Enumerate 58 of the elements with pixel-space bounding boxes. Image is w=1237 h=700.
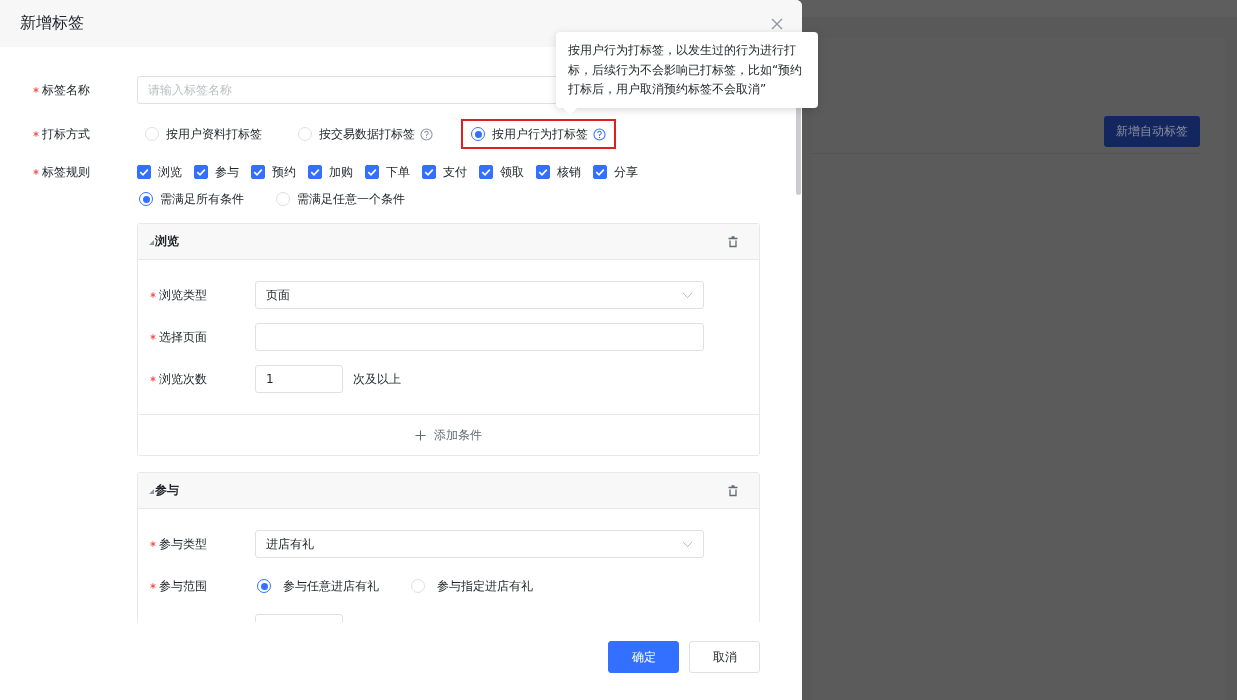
trash-icon[interactable]: [727, 235, 739, 248]
checkbox[interactable]: [365, 165, 379, 179]
close-icon[interactable]: [771, 17, 783, 30]
input-field[interactable]: [255, 323, 704, 351]
field-label: 标签名称: [42, 81, 90, 99]
plus-icon: [415, 429, 426, 441]
dialog-title: 新增标签: [20, 13, 85, 34]
option-label: 分享: [614, 163, 638, 181]
option-label: 领取: [500, 163, 524, 181]
card-title: 参与: [155, 482, 180, 499]
cancel-button[interactable]: 取消: [689, 641, 760, 673]
checkbox[interactable]: [422, 165, 436, 179]
collapse-icon[interactable]: [149, 489, 154, 494]
trash-icon[interactable]: [727, 484, 739, 497]
radio-button[interactable]: [139, 192, 153, 206]
option-label: 需满足所有条件: [160, 190, 244, 208]
option-label: 按用户资料打标签: [166, 125, 262, 143]
option-label: 按交易数据打标签: [319, 125, 415, 143]
option-label: 支付: [443, 163, 467, 181]
checkbox[interactable]: [536, 165, 550, 179]
option-label: 浏览: [158, 163, 182, 181]
field-label: 参与范围: [159, 577, 207, 595]
checkbox[interactable]: [479, 165, 493, 179]
checkbox[interactable]: [593, 165, 607, 179]
checkbox[interactable]: [137, 165, 151, 179]
help-icon[interactable]: [593, 127, 606, 141]
option-label: 需满足任意一个条件: [297, 190, 405, 208]
confirm-button[interactable]: 确定: [608, 641, 679, 673]
field-label: 参与类型: [159, 535, 207, 553]
add-auto-tag-button[interactable]: 新增自动标签: [1104, 116, 1200, 147]
help-icon[interactable]: [420, 127, 433, 141]
option-label: 下单: [386, 163, 410, 181]
field-label: 浏览类型: [159, 286, 207, 304]
select-field[interactable]: 进店有礼: [255, 530, 704, 558]
option-label: 参与: [215, 163, 239, 181]
number-field[interactable]: 1: [255, 365, 343, 393]
checkbox[interactable]: [251, 165, 265, 179]
checkbox[interactable]: [194, 165, 208, 179]
radio-button[interactable]: [257, 579, 271, 593]
suffix-text: 次及以上: [353, 370, 401, 388]
option-label: 预约: [272, 163, 296, 181]
field-label: 打标方式: [42, 125, 90, 143]
field-label: 标签规则: [42, 163, 90, 181]
option-label: 参与任意进店有礼: [283, 577, 379, 595]
add-condition-button[interactable]: 添加条件: [138, 414, 759, 455]
select-field[interactable]: 页面: [255, 281, 704, 309]
chevron-down-icon: [682, 540, 693, 548]
option-label: 加购: [329, 163, 353, 181]
field-label: 浏览次数: [159, 370, 207, 388]
option-label: 参与指定进店有礼: [437, 577, 533, 595]
radio-button[interactable]: [471, 127, 485, 141]
collapse-icon[interactable]: [149, 240, 154, 245]
option-label: 核销: [557, 163, 581, 181]
option-label: 按用户行为打标签: [492, 125, 588, 143]
chevron-down-icon: [682, 291, 693, 299]
checkbox[interactable]: [308, 165, 322, 179]
card-title: 浏览: [155, 233, 180, 250]
field-label: 选择页面: [159, 328, 207, 346]
